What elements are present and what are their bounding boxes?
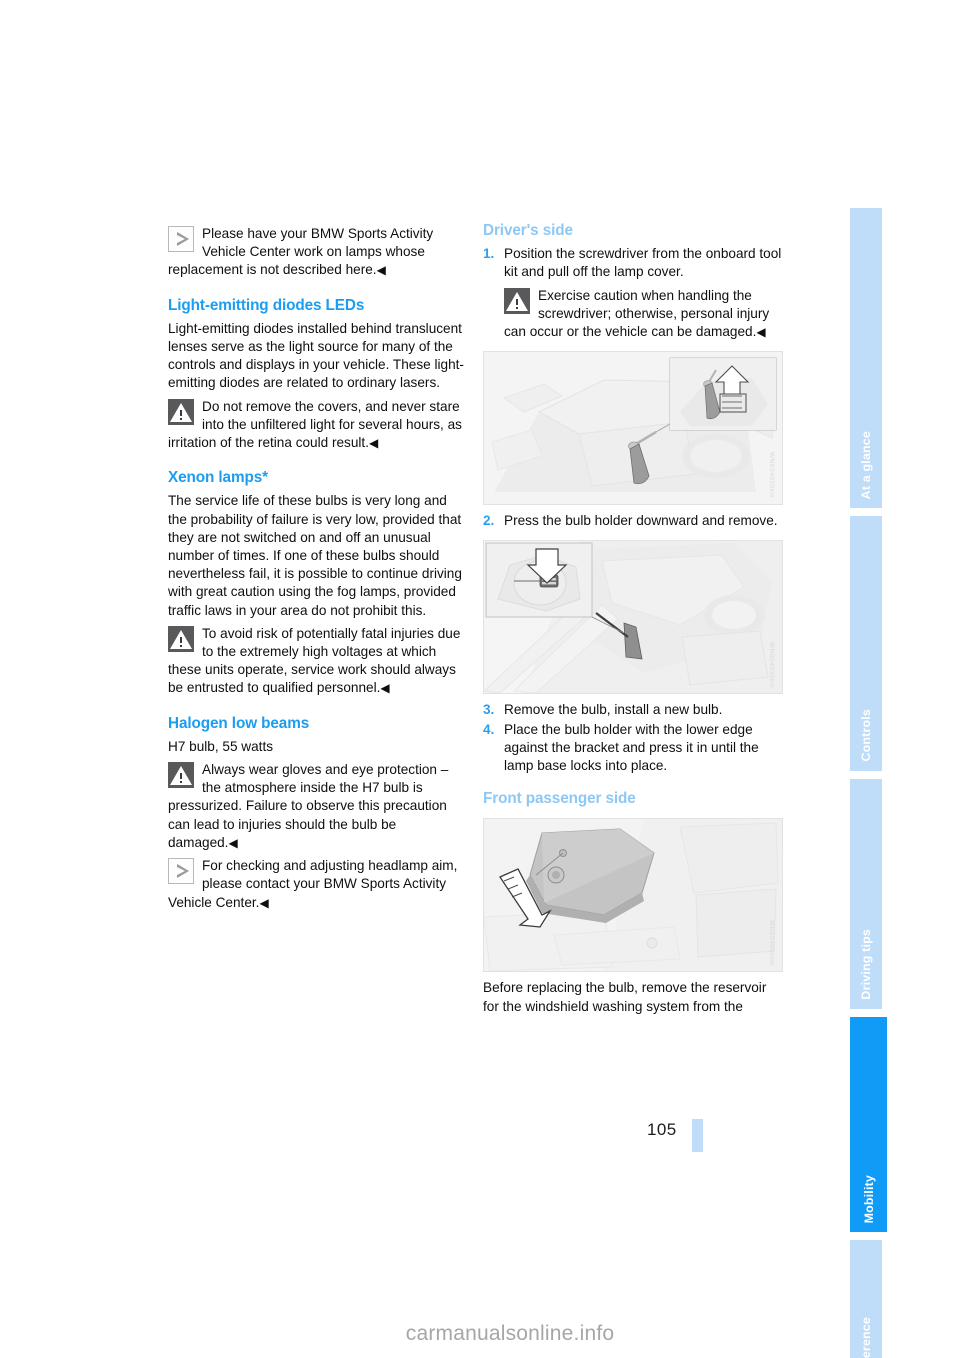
step-text: Place the bulb holder with the lower edg…	[504, 721, 759, 774]
tab-mobility[interactable]: Mobility	[850, 1017, 887, 1232]
step-number: 2.	[483, 513, 495, 529]
info-note-headlamp-aim: For checking and adjusting headlamp aim,…	[168, 857, 468, 912]
figure-code: WN0S4020km	[768, 452, 775, 499]
end-marker: ◀	[228, 835, 238, 850]
warning-triangle-icon	[168, 625, 194, 652]
info-note-text: Please have your BMW Sports Activity Veh…	[168, 225, 468, 280]
page-marker-bar	[692, 1119, 703, 1152]
end-marker: ◀	[756, 325, 766, 340]
warning-triangle-icon	[168, 762, 194, 789]
step-1: 1. Position the screwdriver from the onb…	[483, 245, 783, 281]
info-triangle-icon	[168, 858, 194, 885]
warning-note-text: Always wear gloves and eye protection – …	[168, 761, 468, 852]
tab-controls[interactable]: Controls	[850, 516, 882, 771]
site-watermark: carmanualsonline.info	[0, 1322, 960, 1346]
warning-note-xenon-voltage: To avoid risk of potentially fatal injur…	[168, 625, 468, 698]
figure-washer-reservoir-illustration	[484, 819, 782, 972]
step-4: 4. Place the bulb holder with the lower …	[483, 721, 783, 776]
warning-triangle-icon	[504, 287, 530, 314]
heading-drivers-side: Driver's side	[483, 222, 573, 239]
end-marker: ◀	[376, 263, 386, 278]
end-marker: ◀	[369, 436, 378, 451]
tab-label: Controls	[859, 709, 873, 762]
tab-label: At a glance	[859, 430, 873, 499]
tab-label: Driving tips	[859, 929, 873, 1000]
warning-note-text: Exercise caution when handling the screw…	[504, 287, 783, 342]
warning-note-text: To avoid risk of potentially fatal injur…	[168, 625, 468, 698]
warning-note-halogen-gloves: Always wear gloves and eye protection – …	[168, 761, 468, 852]
step-text: Remove the bulb, install a new bulb.	[504, 702, 723, 718]
info-note-lamp-replacement: Please have your BMW Sports Activity Veh…	[168, 225, 468, 280]
driver-side-steps: 1. Position the screwdriver from the onb…	[483, 245, 783, 341]
left-column: Please have your BMW Sports Activity Veh…	[168, 220, 468, 912]
paragraph-halogen-bulb-spec: H7 bulb, 55 watts	[168, 738, 274, 754]
step-text: Press the bulb holder downward and remov…	[504, 513, 778, 529]
step-number: 4.	[483, 721, 495, 737]
step-3: 3. Remove the bulb, install a new bulb.	[483, 701, 783, 719]
page-number: 105	[647, 1120, 677, 1139]
warning-triangle-icon	[168, 398, 194, 425]
right-column: Driver's side 1. Position the screwdrive…	[483, 220, 783, 1016]
figure-lamp-cover-illustration	[484, 352, 782, 505]
info-triangle-icon	[168, 226, 194, 252]
figure-code: WN0S4030km	[768, 641, 775, 688]
heading-halogen-low-beams: Halogen low beams	[168, 714, 310, 732]
driver-side-steps-cont: 2. Press the bulb holder downward and re…	[483, 512, 783, 530]
warning-note-body: To avoid risk of potentially fatal injur…	[168, 625, 461, 696]
figure-bulb-holder-illustration	[484, 541, 782, 694]
figure-code: WN0S4040km	[768, 919, 775, 966]
heading-front-passenger-side: Front passenger side	[483, 790, 636, 808]
step-2: 2. Press the bulb holder downward and re…	[483, 512, 783, 530]
end-marker: ◀	[259, 895, 269, 910]
info-note-text: For checking and adjusting headlamp aim,…	[168, 857, 468, 912]
warning-note-body: Exercise caution when handling the screw…	[504, 287, 770, 340]
tab-at-a-glance[interactable]: At a glance	[850, 208, 882, 508]
heading-light-emitting-diodes: Light-emitting diodes LEDs	[168, 296, 365, 314]
figure-washer-reservoir-cover: WN0S4040km	[483, 818, 783, 973]
step-number: 1.	[483, 246, 495, 262]
info-note-body: Please have your BMW Sports Activity Veh…	[168, 226, 434, 278]
paragraph-xenon: The service life of these bulbs is very …	[168, 493, 462, 618]
warning-note-text: Do not remove the covers, and never star…	[168, 398, 468, 453]
step-number: 3.	[483, 702, 495, 718]
tab-driving-tips[interactable]: Driving tips	[850, 779, 882, 1009]
watermark-text: carmanualsonline.info	[405, 1322, 615, 1345]
warning-note-body: Always wear gloves and eye protection – …	[168, 762, 449, 850]
driver-side-steps-final: 3. Remove the bulb, install a new bulb. …	[483, 701, 783, 775]
end-marker: ◀	[380, 681, 390, 696]
tab-label: Mobility	[861, 1174, 876, 1223]
heading-xenon-lamps: Xenon lamps*	[168, 469, 268, 487]
figure-lamp-cover-removal: WN0S4020km	[483, 351, 783, 506]
warning-note-leds: Do not remove the covers, and never star…	[168, 398, 468, 453]
warning-note-screwdriver: Exercise caution when handling the screw…	[504, 287, 783, 342]
figure-bulb-holder: WN0S4030km	[483, 540, 783, 695]
info-note-body: For checking and adjusting headlamp aim,…	[168, 858, 458, 910]
paragraph-leds: Light-emitting diodes installed behind t…	[168, 320, 464, 391]
step-text: Position the screwdriver from the onboar…	[504, 246, 782, 280]
manual-page: Please have your BMW Sports Activity Veh…	[0, 0, 960, 1358]
warning-note-body: Do not remove the covers, and never star…	[168, 398, 462, 451]
paragraph-closing: Before replacing the bulb, remove the re…	[483, 980, 767, 1014]
section-tab-rail: At a glance Controls Driving tips Mobili…	[820, 0, 960, 1358]
